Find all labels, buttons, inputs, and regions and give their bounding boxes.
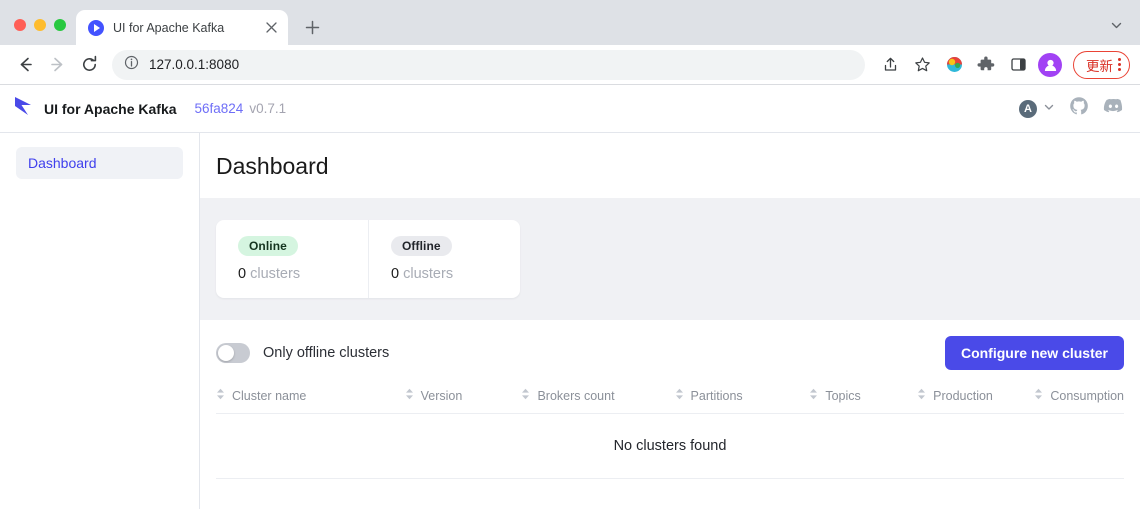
metric-count: 0 xyxy=(238,266,246,282)
window-traffic-lights xyxy=(0,19,76,45)
sort-updown-icon xyxy=(809,388,818,403)
forward-arrow-icon[interactable] xyxy=(42,50,72,80)
app-header-actions: A xyxy=(1019,96,1124,122)
sort-updown-icon xyxy=(1034,388,1043,403)
sidebar-item-dashboard[interactable]: Dashboard xyxy=(16,147,183,179)
table-body: No clusters found xyxy=(216,414,1124,479)
share-icon[interactable] xyxy=(875,50,905,80)
color-extension-icon[interactable] xyxy=(939,50,969,80)
kebab-menu-icon[interactable] xyxy=(1118,58,1121,71)
table-head: Cluster name Version xyxy=(216,380,1124,414)
metric-value: 0 clusters xyxy=(238,266,346,282)
sidebar-item-label: Dashboard xyxy=(28,155,97,171)
app-header: UI for Apache Kafka 56fa824 v0.7.1 A xyxy=(0,85,1140,133)
cluster-metrics-card: Online 0 clusters Offline 0 clusters xyxy=(216,220,520,298)
metric-count: 0 xyxy=(391,266,399,282)
browser-window: UI for Apache Kafka xyxy=(0,0,1140,509)
only-offline-label: Only offline clusters xyxy=(263,345,389,361)
browser-toolbar: 127.0.0.1:8080 更新 xyxy=(0,45,1140,85)
back-arrow-icon[interactable] xyxy=(10,50,40,80)
toggle-knob xyxy=(218,345,234,361)
column-label: Brokers count xyxy=(537,389,614,403)
column-label: Production xyxy=(933,389,993,403)
column-header-topics[interactable]: Topics xyxy=(809,380,917,414)
address-bar[interactable]: 127.0.0.1:8080 xyxy=(112,50,865,80)
clusters-table: Cluster name Version xyxy=(216,380,1124,479)
empty-state-text: No clusters found xyxy=(216,414,1124,479)
maximize-window-button[interactable] xyxy=(54,19,66,31)
clusters-table-wrapper: Cluster name Version xyxy=(200,380,1140,479)
update-label: 更新 xyxy=(1086,55,1113,75)
status-badge: Offline xyxy=(391,236,452,256)
column-header-production[interactable]: Production xyxy=(917,380,1034,414)
column-header-cluster-name[interactable]: Cluster name xyxy=(216,380,405,414)
configure-new-cluster-button[interactable]: Configure new cluster xyxy=(945,336,1124,370)
app-version: 56fa824 v0.7.1 xyxy=(195,101,287,116)
page-header: Dashboard xyxy=(200,133,1140,198)
table-row-empty: No clusters found xyxy=(216,414,1124,479)
metric-online: Online 0 clusters xyxy=(216,220,368,298)
table-controls: Only offline clusters Configure new clus… xyxy=(200,320,1140,380)
account-menu[interactable]: A xyxy=(1019,100,1055,118)
profile-avatar-icon xyxy=(1038,53,1062,77)
main-content: Dashboard Online 0 clusters Offline xyxy=(200,133,1140,509)
browser-tab[interactable]: UI for Apache Kafka xyxy=(76,10,288,45)
metric-unit: clusters xyxy=(403,266,453,282)
close-window-button[interactable] xyxy=(14,19,26,31)
column-header-brokers-count[interactable]: Brokers count xyxy=(521,380,674,414)
column-label: Cluster name xyxy=(232,389,306,403)
metric-offline: Offline 0 clusters xyxy=(368,220,520,298)
chevron-down-icon[interactable] xyxy=(1106,15,1126,35)
tab-strip: UI for Apache Kafka xyxy=(0,0,1140,45)
app-name: UI for Apache Kafka xyxy=(44,101,177,117)
sort-updown-icon xyxy=(405,388,414,403)
sort-updown-icon xyxy=(675,388,684,403)
column-header-partitions[interactable]: Partitions xyxy=(675,380,810,414)
discord-icon[interactable] xyxy=(1103,96,1124,122)
side-panel-icon[interactable] xyxy=(1003,50,1033,80)
column-label: Version xyxy=(421,389,463,403)
tab-title: UI for Apache Kafka xyxy=(113,21,253,35)
new-tab-button[interactable] xyxy=(298,13,326,41)
column-label: Partitions xyxy=(691,389,743,403)
url-text: 127.0.0.1:8080 xyxy=(149,57,239,72)
metrics-band: Online 0 clusters Offline 0 clusters xyxy=(200,198,1140,320)
column-header-version[interactable]: Version xyxy=(405,380,522,414)
version-number: v0.7.1 xyxy=(249,101,286,116)
commit-hash[interactable]: 56fa824 xyxy=(195,101,244,116)
sidebar: Dashboard xyxy=(0,133,200,509)
reload-icon[interactable] xyxy=(74,50,104,80)
puzzle-piece-icon[interactable] xyxy=(971,50,1001,80)
close-icon[interactable] xyxy=(262,19,280,37)
app-brand[interactable]: UI for Apache Kafka xyxy=(12,95,177,122)
chevron-down-icon xyxy=(1043,100,1055,118)
only-offline-toggle[interactable] xyxy=(216,343,250,363)
sort-updown-icon xyxy=(216,388,225,403)
page-title: Dashboard xyxy=(216,153,1124,180)
page-body: Dashboard Dashboard Online 0 clusters xyxy=(0,133,1140,509)
metric-value: 0 clusters xyxy=(391,266,498,282)
sort-updown-icon xyxy=(917,388,926,403)
account-avatar-icon: A xyxy=(1019,100,1037,118)
column-label: Consumption xyxy=(1050,389,1124,403)
metric-unit: clusters xyxy=(250,266,300,282)
column-label: Topics xyxy=(825,389,860,403)
column-header-consumption[interactable]: Consumption xyxy=(1034,380,1124,414)
table-header-row: Cluster name Version xyxy=(216,380,1124,414)
github-icon[interactable] xyxy=(1069,96,1089,121)
sort-updown-icon xyxy=(521,388,530,403)
minimize-window-button[interactable] xyxy=(34,19,46,31)
avatar[interactable] xyxy=(1035,50,1065,80)
web-page: UI for Apache Kafka 56fa824 v0.7.1 A xyxy=(0,85,1140,509)
site-info-icon[interactable] xyxy=(124,55,139,75)
play-circle-icon xyxy=(88,20,104,36)
status-badge: Online xyxy=(238,236,298,256)
star-icon[interactable] xyxy=(907,50,937,80)
kafka-ui-logo xyxy=(12,95,34,122)
update-button[interactable]: 更新 xyxy=(1073,51,1130,79)
